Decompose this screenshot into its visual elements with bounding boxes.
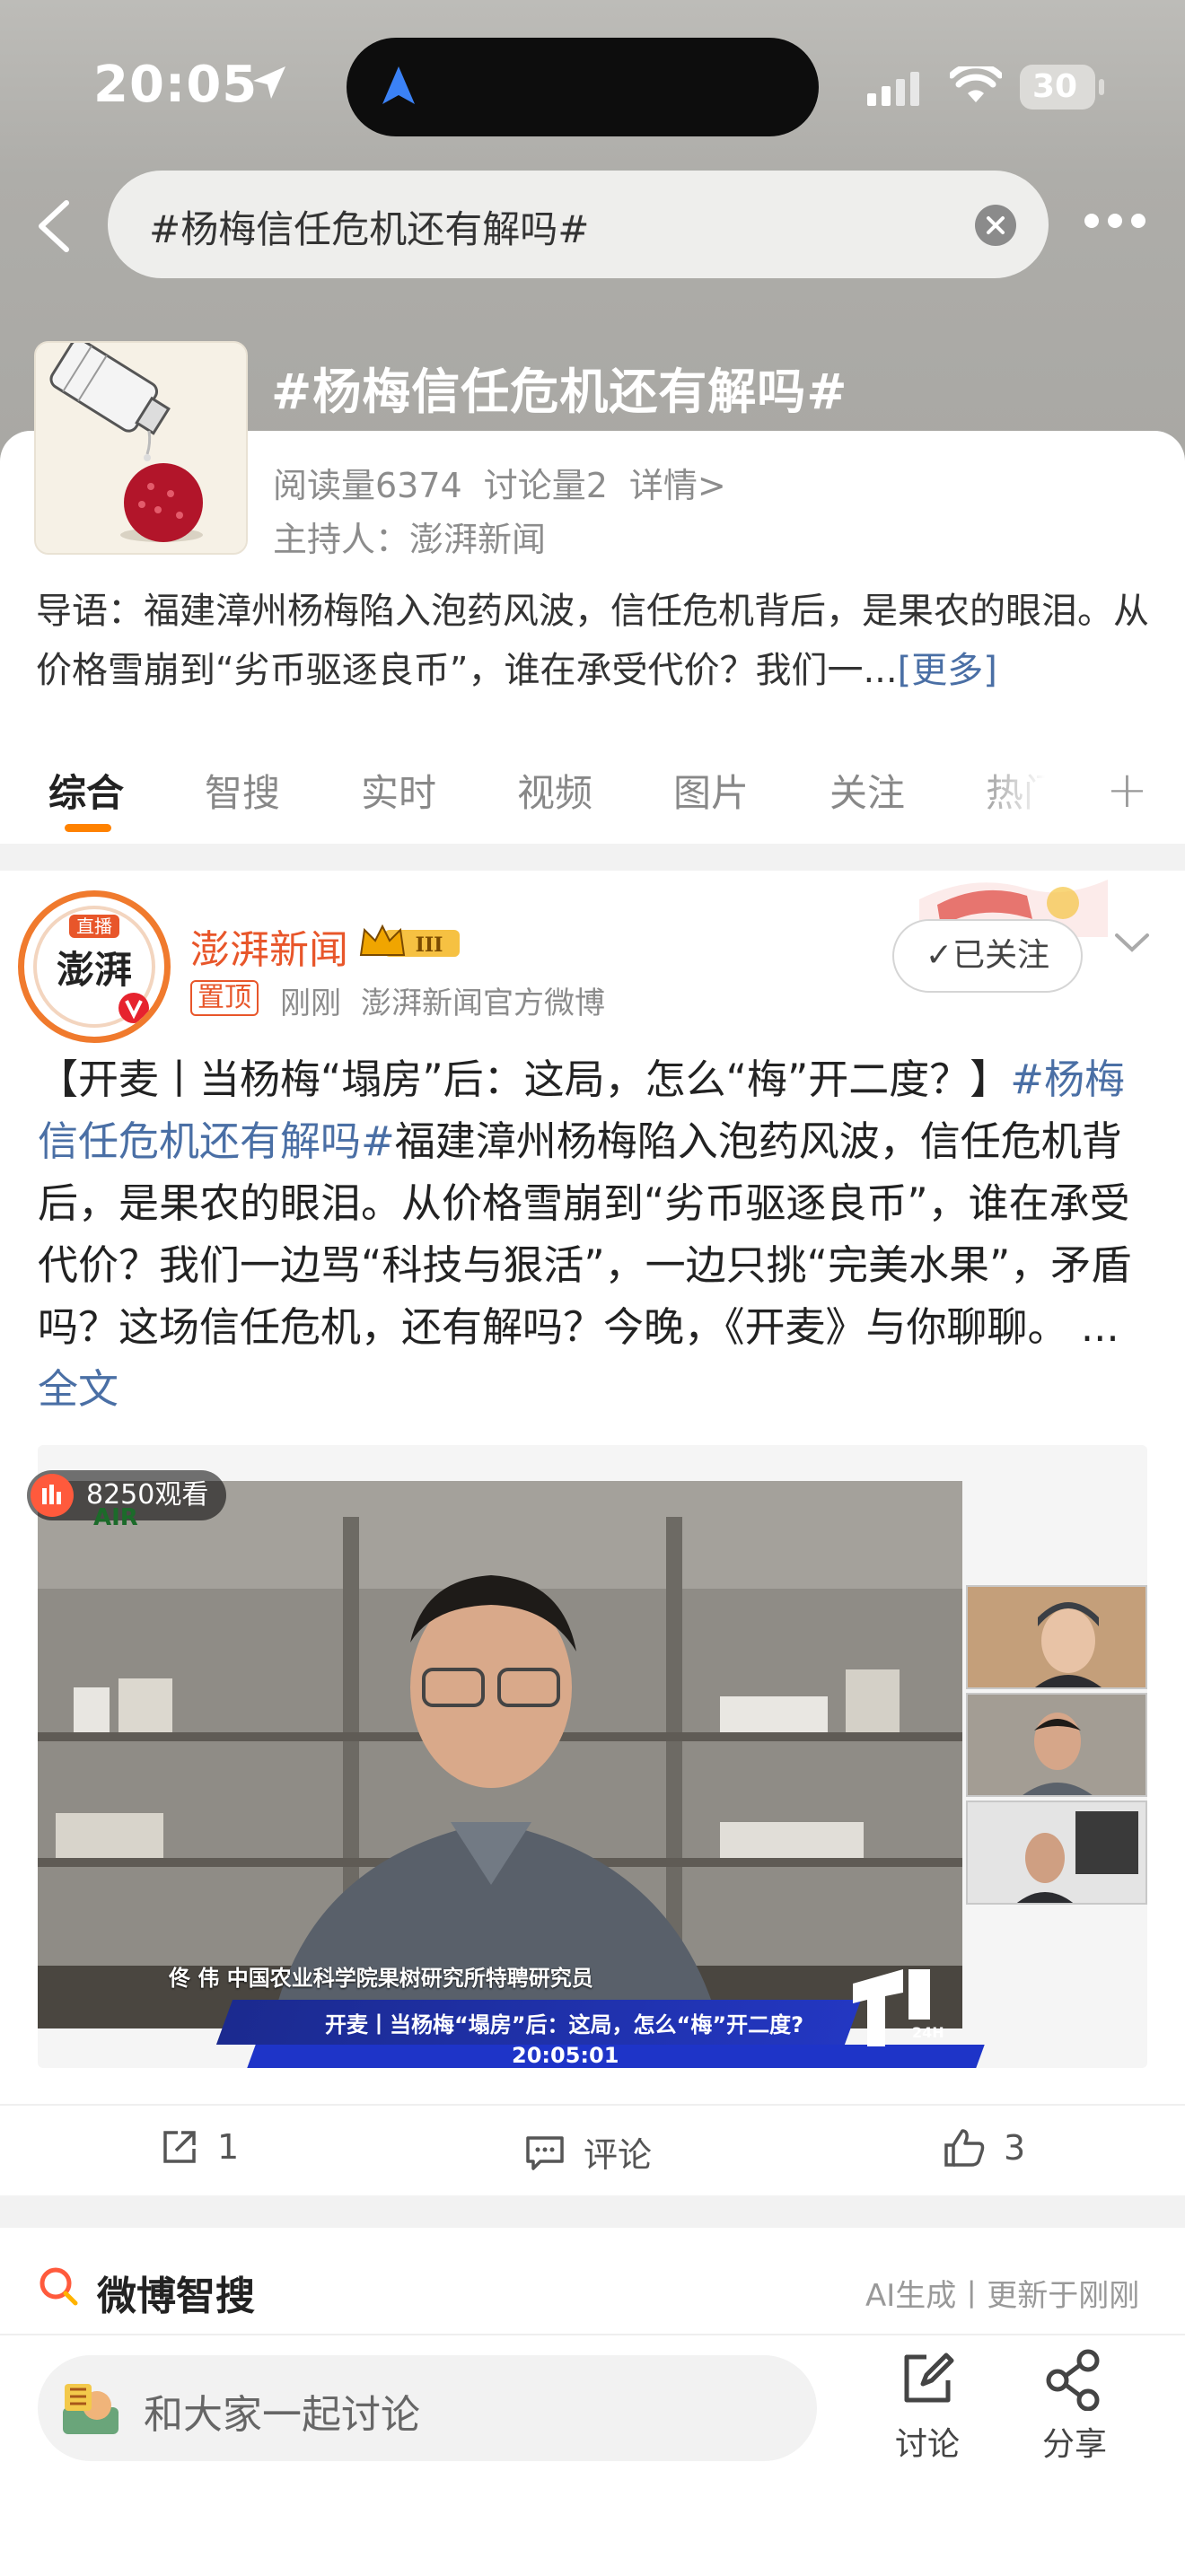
guest-portrait — [968, 1695, 1146, 1795]
more-dot-icon — [1084, 214, 1099, 228]
topic-host: 主持人：澎湃新闻 — [273, 520, 547, 559]
discussion-placeholder: 和大家一起讨论 — [144, 2392, 420, 2438]
post-action-bar: 1 评论 3 — [0, 2104, 1185, 2204]
user-avatar-icon — [63, 2384, 118, 2434]
search-input[interactable]: #杨梅信任危机还有解吗# — [108, 171, 1049, 278]
tab-images[interactable]: 图片 — [673, 763, 749, 818]
guest-thumbnail[interactable] — [966, 1693, 1147, 1797]
topic-stats: 阅读量6374 讨论量2 详情> — [273, 458, 748, 507]
navigation-arrow-icon — [382, 66, 415, 104]
smart-search-icon — [40, 2267, 78, 2306]
intro-more-link[interactable]: [更多] — [898, 650, 997, 691]
paper-logo-icon: 直播 澎湃 — [28, 900, 161, 1033]
tab-comprehensive[interactable]: 综合 — [48, 763, 124, 818]
tab-following[interactable]: 关注 — [830, 763, 905, 818]
like-count: 3 — [1004, 2128, 1026, 2168]
lower-third-title: 开麦丨当杨梅“塌房”后：这局，怎么“梅”开二度? — [325, 2012, 804, 2037]
more-dot-icon — [1108, 214, 1122, 228]
battery-level: 30 — [1032, 68, 1078, 105]
live-bars-icon — [31, 1474, 74, 1517]
battery-icon: 30 — [1020, 65, 1095, 110]
comment-icon — [526, 2135, 564, 2170]
level-text: III — [416, 933, 443, 957]
guest-thumbnail[interactable] — [966, 1585, 1147, 1689]
topic-intro: 导语：福建漳州杨梅陷入泡药风波，信任危机背后，是果农的眼泪。从价格雪崩到“劣币驱… — [36, 582, 1149, 700]
discuss-label: 讨论 — [894, 2426, 960, 2463]
post-time: 刚刚 — [280, 986, 341, 1021]
share-label: 分享 — [1041, 2426, 1107, 2463]
close-icon — [987, 216, 1005, 234]
active-tab-indicator — [65, 824, 111, 832]
repost-count: 1 — [217, 2127, 240, 2167]
repost-button[interactable]: 1 — [160, 2127, 239, 2167]
channel-logo-text: 24H LIVE — [912, 2024, 946, 2041]
ai-search-meta: AI生成丨更新于刚刚 — [865, 2278, 1140, 2314]
share-out-icon — [163, 2131, 196, 2163]
read-count: 阅读量6374 — [273, 466, 462, 505]
tab-smart-search[interactable]: 智搜 — [205, 763, 280, 818]
tab-realtime[interactable]: 实时 — [361, 763, 436, 818]
pinned-badge: 置顶 — [190, 980, 259, 1016]
author-name[interactable]: 澎湃新闻 — [190, 917, 348, 975]
location-arrow-icon — [253, 66, 285, 99]
live-icon — [42, 1485, 61, 1504]
avatar[interactable]: 直播 澎湃 — [18, 890, 171, 1043]
guest-thumbnails — [966, 1585, 1147, 2068]
back-button[interactable] — [27, 196, 81, 257]
studio-scene — [38, 1481, 962, 2028]
dynamic-island — [347, 38, 819, 136]
post-body: 【开麦丨当杨梅“塌房”后：这局，怎么“梅”开二度？】#杨梅信任危机还有解吗#福建… — [38, 1048, 1151, 1420]
search-query: #杨梅信任危机还有解吗# — [149, 207, 590, 251]
battery-tip — [1099, 79, 1104, 95]
clear-search-button[interactable] — [975, 205, 1016, 246]
share-icon — [1046, 2349, 1100, 2412]
discuss-button[interactable]: 讨论 — [878, 2348, 977, 2465]
signal-icon — [867, 72, 919, 106]
chevron-down-icon[interactable] — [1110, 924, 1154, 960]
details-link[interactable]: 详情> — [629, 466, 726, 505]
post-source: 澎湃新闻官方微博 — [361, 986, 605, 1021]
avatar-brand-text: 澎湃 — [57, 948, 132, 992]
avatar-live-text: 直播 — [76, 916, 112, 937]
video-frame — [38, 1481, 962, 2028]
broadcast-clock: 20:05:01 — [512, 2043, 619, 2068]
topic-title: #杨梅信任危机还有解吗# — [271, 364, 848, 420]
topic-cover-image — [34, 341, 248, 555]
share-button[interactable]: 分享 — [1025, 2348, 1124, 2465]
add-tab-button[interactable]: + — [1106, 761, 1148, 819]
more-options-button[interactable] — [1084, 214, 1147, 235]
full-text-link[interactable]: 全文 — [38, 1365, 118, 1413]
post-ellipsis: ... — [1067, 1303, 1119, 1351]
follow-button[interactable]: ✓已关注 — [892, 919, 1083, 993]
comment-button[interactable]: 评论 — [524, 2127, 652, 2177]
discussion-input[interactable]: 和大家一起讨论 — [38, 2355, 817, 2461]
more-dot-icon — [1131, 214, 1146, 228]
guest-portrait — [968, 1802, 1146, 1903]
wifi-icon — [950, 66, 1002, 102]
tabs-fade — [970, 754, 1077, 826]
post-headline: 【开麦丨当杨梅“塌房”后：这局，怎么“梅”开二度？】 — [38, 1056, 1011, 1103]
thumbs-up-icon — [944, 2129, 985, 2167]
comment-label: 评论 — [584, 2135, 653, 2175]
ai-search-title[interactable]: 微博智搜 — [97, 2264, 255, 2321]
guest-thumbnail[interactable] — [966, 1801, 1147, 1905]
tab-video[interactable]: 视频 — [517, 763, 592, 818]
status-time: 20:05 — [93, 56, 259, 114]
edit-icon — [904, 2353, 954, 2403]
guest-portrait — [968, 1587, 1146, 1687]
channel-logo: 24H LIVE — [853, 1969, 946, 2046]
like-button[interactable]: 3 — [943, 2127, 1025, 2169]
discussion-count: 讨论量2 — [483, 466, 608, 505]
video-guest-caption: 佟 伟 中国农业科学院果树研究所特聘研究员 — [169, 1966, 593, 1991]
air-logo-icon: AIR — [93, 1504, 138, 1531]
bayberry-illustration — [36, 343, 246, 553]
crown-level-icon: III — [359, 924, 460, 957]
